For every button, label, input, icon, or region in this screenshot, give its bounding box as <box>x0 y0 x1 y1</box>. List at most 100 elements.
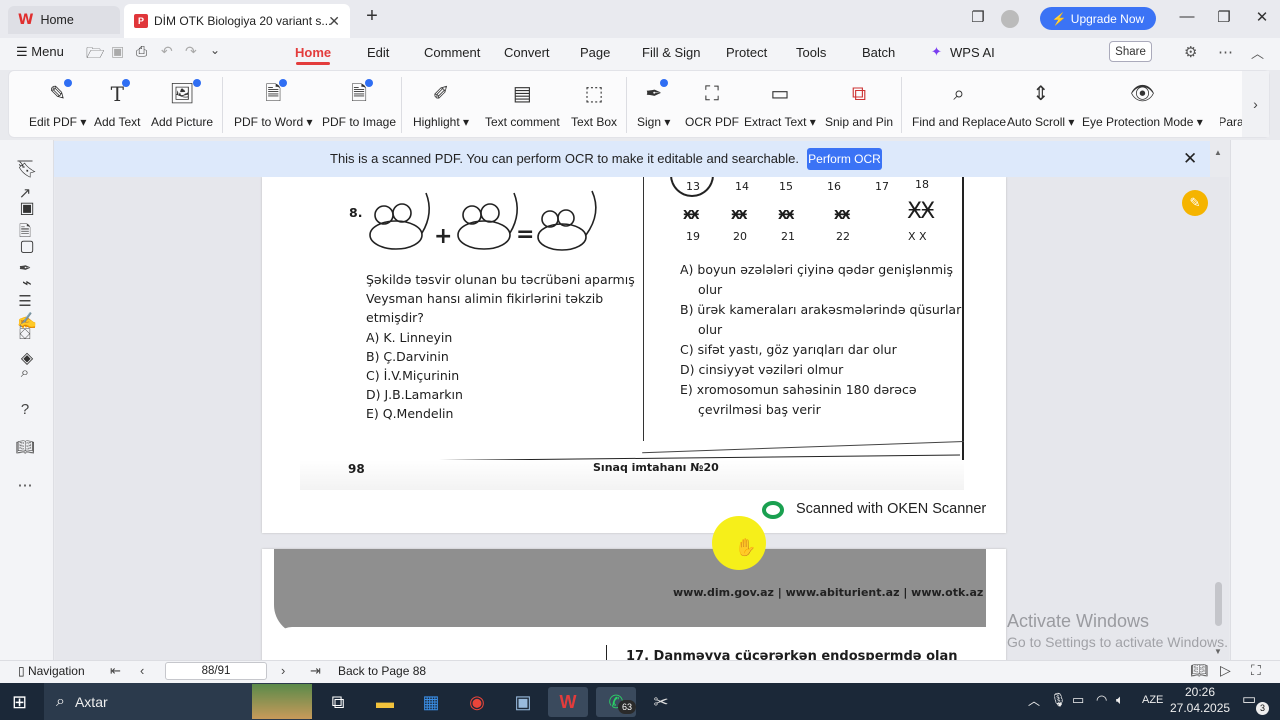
add-text-button[interactable]: T Add Text <box>94 79 140 129</box>
menu-home[interactable]: Home <box>295 45 331 60</box>
more-icon[interactable]: ⋯ <box>1218 43 1233 61</box>
task-view-icon[interactable]: ⧉ <box>318 687 358 717</box>
navigation-toggle[interactable]: ▯ Navigation <box>18 664 85 678</box>
save-icon[interactable]: ▣ <box>111 43 124 60</box>
tray-chevron-icon[interactable]: ︿ <box>1028 692 1040 709</box>
scanner-watermark: Scanned with OKEN Scanner <box>796 501 987 517</box>
tab-document[interactable]: P DİM OTK Biologiya 20 variant s... ✕ <box>124 4 350 38</box>
fullscreen-icon[interactable]: ⛶ <box>1251 662 1261 679</box>
tab-home[interactable]: W Home <box>8 6 120 34</box>
document-info-icon[interactable]: 🗎 <box>14 221 36 246</box>
text-comment-button[interactable]: ▤ Text comment <box>485 81 560 129</box>
menu-edit[interactable]: Edit <box>367 45 389 60</box>
notification-icon[interactable]: ▭ <box>1242 690 1256 708</box>
extract-text-button[interactable]: ▭ Extract Text ▾ <box>744 81 816 129</box>
windows-start-icon[interactable]: ⊞ <box>12 692 27 713</box>
page-number-input[interactable]: 88/91 <box>165 662 267 680</box>
pdf-to-image-button[interactable]: 🗎 PDF to Image <box>322 79 396 129</box>
menu-convert[interactable]: Convert <box>504 45 550 60</box>
previous-page-icon[interactable]: ‹ <box>140 663 144 678</box>
scroll-up-icon[interactable]: ▲ <box>1214 148 1222 157</box>
next-page-icon[interactable]: › <box>281 663 285 678</box>
share-export-icon[interactable]: ↗ <box>14 184 36 202</box>
menu-button[interactable]: ☰ Menu <box>16 44 64 60</box>
file-explorer-icon[interactable]: ▬ <box>365 687 405 717</box>
book-icon[interactable]: 📖︎ <box>14 438 36 456</box>
volume-icon[interactable]: 🔈︎ <box>1116 692 1124 708</box>
search-icon[interactable]: ⌕ <box>14 364 36 381</box>
settings-gear-icon[interactable]: ⚙ <box>1184 43 1197 61</box>
auto-scroll-button[interactable]: ⇕ Auto Scroll ▾ <box>1007 81 1074 129</box>
clock-time[interactable]: 20:26 <box>1178 685 1222 699</box>
stamp-icon[interactable]: ⛋ <box>14 326 36 343</box>
wps-office-icon[interactable]: W <box>548 687 588 717</box>
sign-pen-icon: ✒ <box>645 79 669 107</box>
maximize-icon[interactable]: ❐ <box>1212 8 1236 26</box>
menu-protect[interactable]: Protect <box>726 45 767 60</box>
read-mode-icon[interactable]: 📖︎ <box>1190 662 1208 679</box>
pen-tool-icon[interactable]: ✒ <box>14 259 36 277</box>
sign-button[interactable]: ✒ Sign ▾ <box>637 79 670 129</box>
menu-fill-sign[interactable]: Fill & Sign <box>642 45 701 60</box>
close-tab-icon[interactable]: ✕ <box>328 13 340 30</box>
chrome-icon[interactable]: ◉ <box>457 687 497 717</box>
new-tab-icon[interactable]: + <box>360 5 384 28</box>
activate-windows-title: Activate Windows <box>1007 611 1150 631</box>
play-icon[interactable]: ▷ <box>1220 662 1231 679</box>
highlight-button[interactable]: ✐ Highlight ▾ <box>413 81 469 129</box>
language-indicator[interactable]: AZE <box>1142 694 1163 706</box>
find-replace-button[interactable]: ⌕ Find and Replace <box>912 81 1006 129</box>
para-button[interactable]: Para <box>1220 81 1242 129</box>
redo-icon[interactable]: ↷ <box>185 43 197 60</box>
help-icon[interactable]: ? <box>14 401 36 418</box>
photos-icon[interactable]: ▣ <box>503 687 543 717</box>
print-icon[interactable]: ⎙ <box>136 43 147 60</box>
wifi-icon[interactable]: ◠ <box>1096 692 1107 708</box>
microsoft-store-icon[interactable]: ▦ <box>411 687 451 717</box>
snipping-tool-icon[interactable]: ✂ <box>641 687 681 717</box>
add-picture-button[interactable]: 🖼 Add Picture <box>151 79 213 129</box>
share-button[interactable]: Share <box>1109 41 1152 62</box>
edit-pdf-button[interactable]: ✎ Edit PDF ▾ <box>29 79 86 129</box>
menu-batch[interactable]: Batch <box>862 45 895 60</box>
ribbon-divider <box>901 77 902 133</box>
ocr-pdf-button[interactable]: ⛶ OCR PDF <box>685 81 739 129</box>
microphone-icon[interactable]: 🎙︎ <box>1050 692 1067 708</box>
first-page-icon[interactable]: ⇤ <box>110 663 121 679</box>
last-page-icon[interactable]: ⇥ <box>310 663 321 679</box>
eye-protection-button[interactable]: 👁 Eye Protection Mode ▾ <box>1082 81 1203 129</box>
menu-comment[interactable]: Comment <box>424 45 480 60</box>
clock-date[interactable]: 27.04.2025 <box>1170 701 1230 715</box>
battery-icon[interactable]: ▭ <box>1072 692 1084 708</box>
whatsapp-badge: 63 <box>618 700 636 714</box>
chevron-down-icon[interactable]: ⌄ <box>210 43 220 57</box>
close-notice-icon[interactable]: ✕ <box>1183 149 1197 169</box>
avatar[interactable] <box>1001 10 1019 28</box>
chromosome-pair-icon: ӾӾ <box>834 208 850 222</box>
vertical-scrollbar-thumb[interactable] <box>1215 582 1222 626</box>
picture-icon: 🖼 <box>169 79 201 107</box>
minimize-icon[interactable]: — <box>1175 8 1199 25</box>
upgrade-button[interactable]: ⚡ Upgrade Now <box>1040 7 1156 30</box>
quick-edit-pen-icon[interactable]: ✎ <box>1182 190 1208 216</box>
collapse-ribbon-icon[interactable]: ︿ <box>1251 43 1264 62</box>
menu-wps-ai[interactable]: WPS AI <box>950 45 995 60</box>
pdf-to-word-button[interactable]: 🗎 PDF to Word ▾ <box>234 79 313 129</box>
more-options-icon[interactable]: ⋯ <box>14 476 36 494</box>
menu-tools[interactable]: Tools <box>796 45 826 60</box>
format-list-icon[interactable]: ☰ <box>14 292 36 310</box>
ribbon-divider <box>626 77 627 133</box>
menu-page[interactable]: Page <box>580 45 610 60</box>
add-text-icon: T <box>111 79 130 107</box>
back-to-page-link[interactable]: Back to Page 88 <box>338 664 426 678</box>
minimize-panel-icon[interactable]: — <box>14 152 36 169</box>
text-box-button[interactable]: ⬚ Text Box <box>571 81 617 129</box>
open-icon[interactable]: 🗁 <box>86 43 105 68</box>
snip-pin-button[interactable]: ⧉ Snip and Pin <box>825 81 893 129</box>
ribbon-scroll-right-icon[interactable]: › <box>1242 71 1269 137</box>
chromosome-number: 16 <box>827 180 841 193</box>
restore-icon[interactable]: ❐ <box>966 8 990 26</box>
perform-ocr-button[interactable]: Perform OCR <box>807 148 882 170</box>
close-window-icon[interactable]: ✕ <box>1250 8 1274 26</box>
undo-icon[interactable]: ↶ <box>161 43 173 60</box>
